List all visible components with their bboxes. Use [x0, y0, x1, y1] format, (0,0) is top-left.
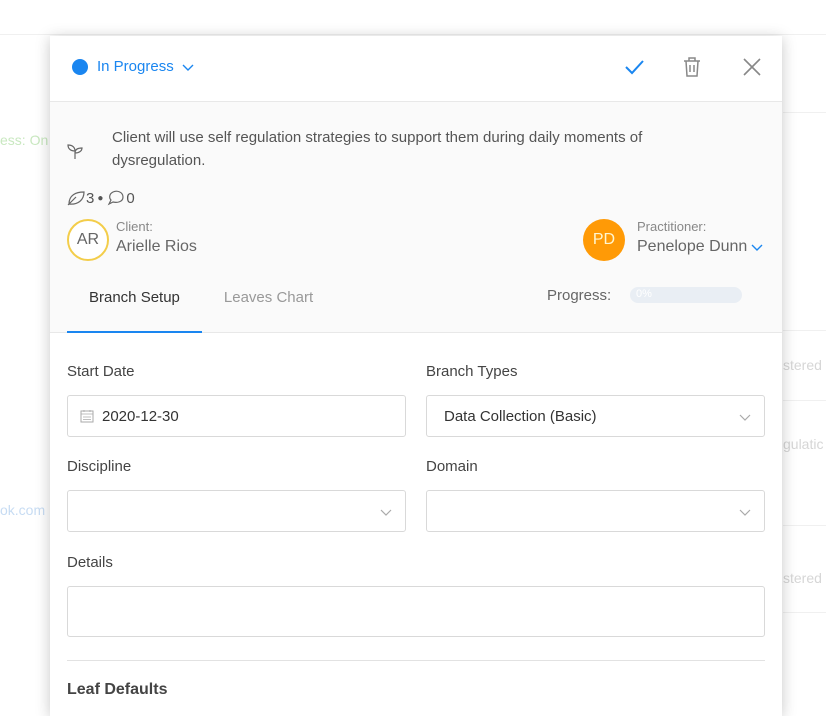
progress-text: 0%: [636, 288, 652, 300]
branch-types-select[interactable]: Data Collection (Basic): [426, 395, 765, 437]
start-date-input[interactable]: 2020-12-30: [67, 395, 406, 437]
background-email-text: ok.com: [0, 502, 46, 518]
modal-header: In Progress: [50, 36, 782, 102]
start-date-value: 2020-12-30: [102, 407, 179, 425]
background-divider: [783, 330, 826, 331]
tab-branch-setup[interactable]: Branch Setup: [67, 272, 202, 333]
practitioner-avatar: PD: [583, 219, 625, 261]
close-icon[interactable]: [740, 55, 764, 79]
practitioner-name[interactable]: Penelope Dunn: [637, 238, 747, 256]
background-row-text: stered I: [783, 570, 826, 586]
background-divider: [783, 525, 826, 526]
chevron-down-icon: [739, 414, 751, 421]
check-icon[interactable]: [622, 55, 646, 79]
trash-icon[interactable]: [680, 55, 704, 79]
status-dropdown[interactable]: In Progress: [72, 58, 194, 75]
practitioner-role-label: Practitioner:: [637, 219, 707, 234]
background-divider: [0, 34, 826, 35]
domain-label: Domain: [426, 458, 478, 475]
chevron-down-icon: [380, 509, 392, 516]
discipline-label: Discipline: [67, 458, 132, 475]
branch-types-value: Data Collection (Basic): [444, 407, 597, 425]
client-name: Arielle Rios: [116, 238, 197, 255]
background-divider: [783, 612, 826, 613]
goal-counts: 3 ● 0: [66, 189, 135, 207]
chevron-down-icon: [739, 509, 751, 516]
comment-icon: [108, 190, 124, 206]
status-dot-icon: [72, 58, 88, 75]
background-divider: [783, 112, 826, 113]
chevron-down-icon[interactable]: [750, 240, 764, 254]
start-date-label: Start Date: [67, 363, 135, 380]
goal-description: Client will use self regulation strategi…: [112, 129, 643, 169]
background-divider: [783, 400, 826, 401]
count-separator: ●: [97, 192, 104, 204]
tab-leaves-chart[interactable]: Leaves Chart: [202, 272, 335, 332]
branch-types-label: Branch Types: [426, 363, 518, 380]
leaves-count: 3: [86, 189, 95, 207]
background-row-text: gulatic: [783, 436, 824, 452]
comments-count: 0: [126, 189, 135, 207]
client-role-label: Client:: [116, 219, 153, 234]
progress-label: Progress:: [547, 287, 612, 304]
status-label: In Progress: [97, 58, 174, 75]
leaf-defaults-title: Leaf Defaults: [67, 681, 168, 698]
leaf-icon: [67, 191, 85, 206]
discipline-select[interactable]: [67, 490, 406, 532]
background-status-text: ess: On: [0, 132, 49, 148]
domain-select[interactable]: [426, 490, 765, 532]
calendar-icon: [80, 410, 94, 423]
details-textarea[interactable]: [67, 586, 765, 637]
background-row-text: stered I: [783, 357, 826, 373]
goal-detail-modal: In Progress Client will use self regulat…: [50, 36, 782, 716]
sprout-icon: [67, 144, 83, 159]
details-label: Details: [67, 554, 113, 571]
progress-bar: 0%: [630, 287, 742, 303]
section-divider: [67, 660, 765, 661]
tab-bar: Branch Setup Leaves Chart: [67, 272, 335, 333]
client-avatar: AR: [67, 219, 109, 261]
chevron-down-icon: [182, 64, 194, 71]
